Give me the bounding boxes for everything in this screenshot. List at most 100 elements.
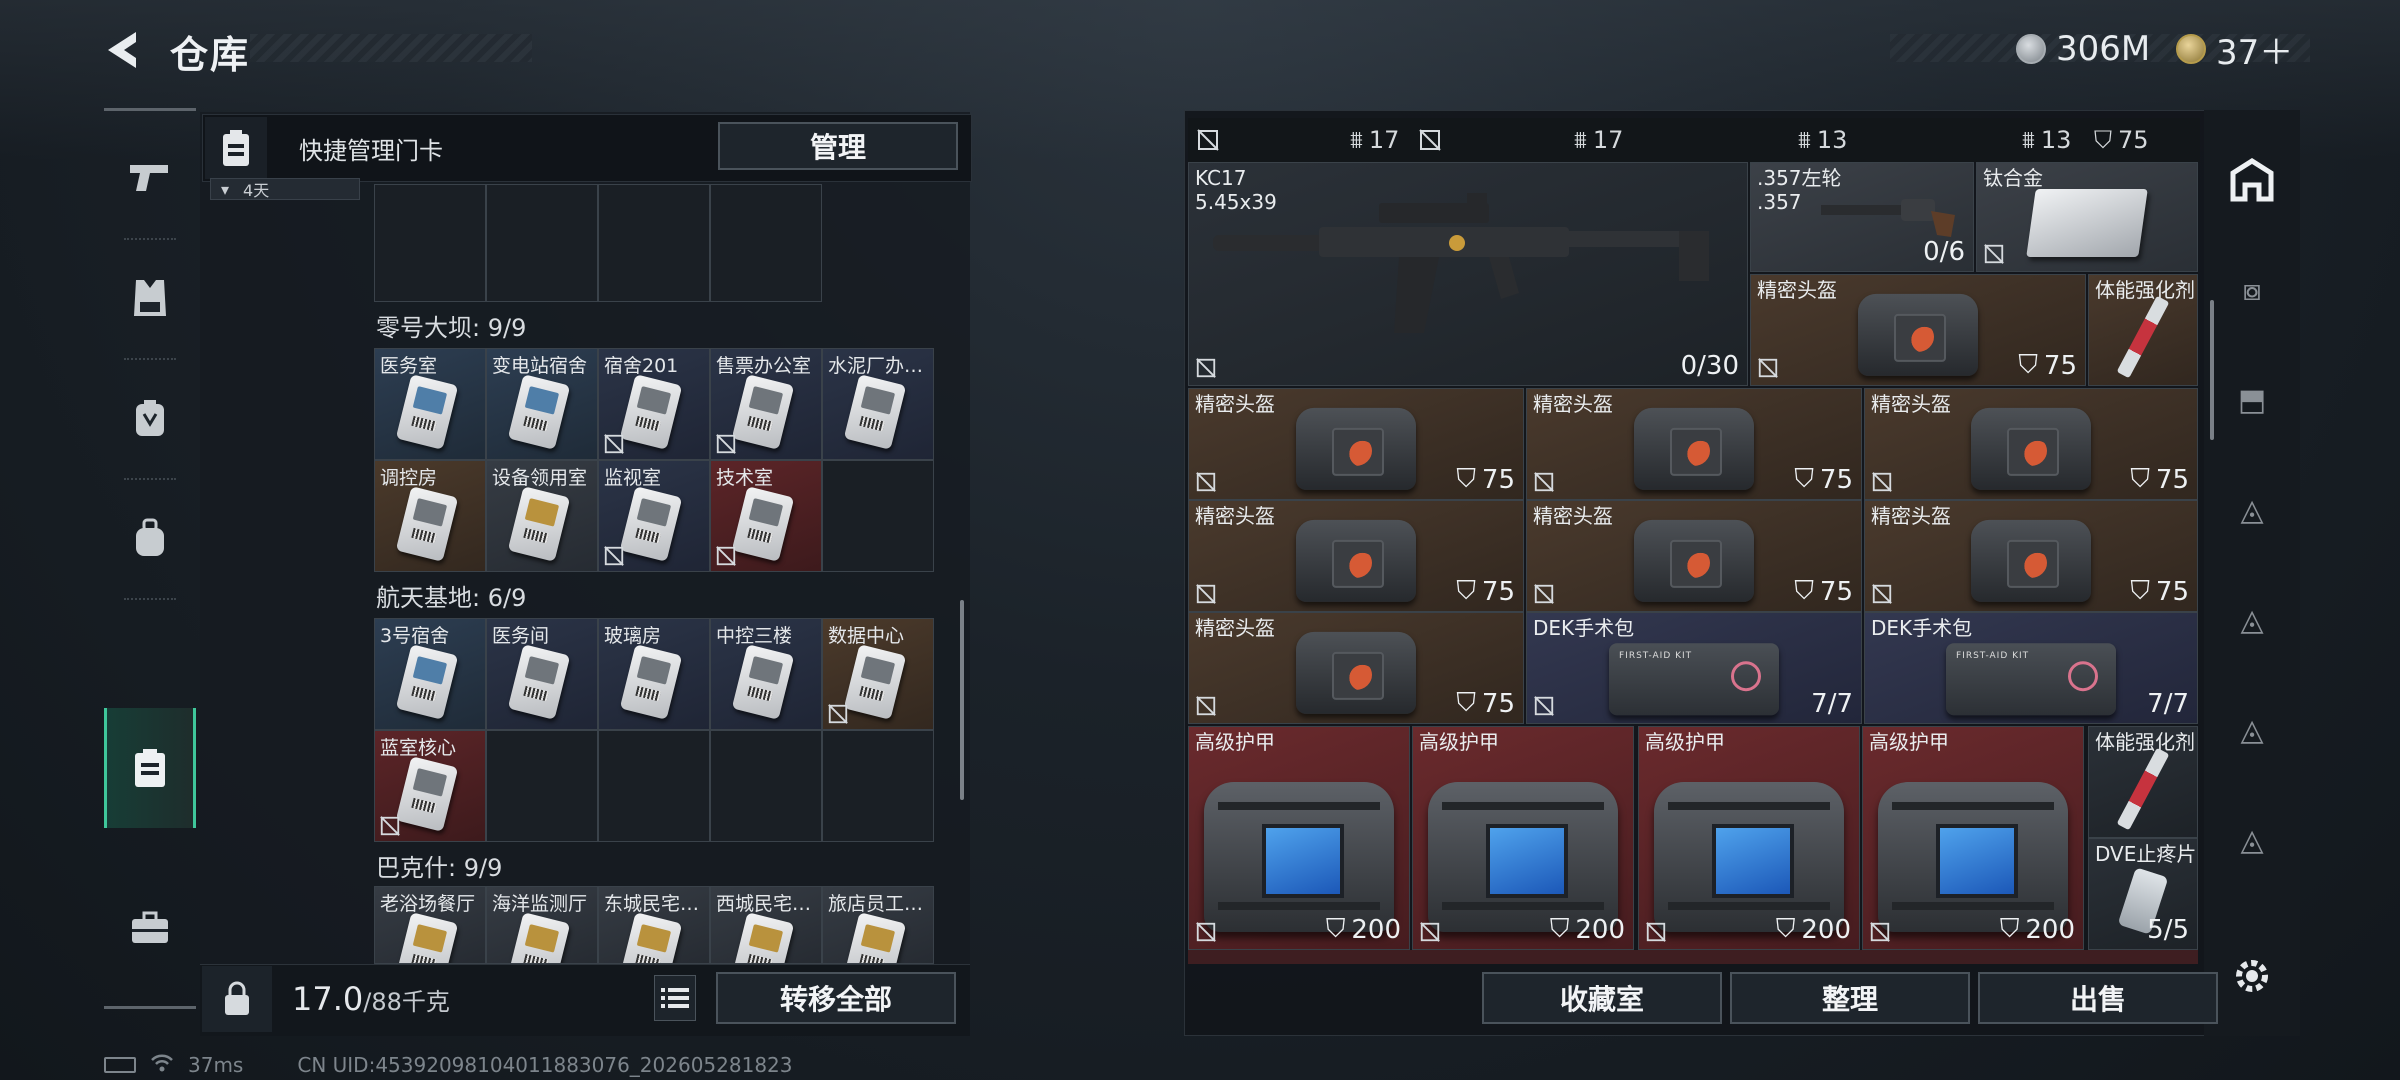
keycard-slot[interactable]: 玻璃房	[598, 618, 710, 730]
keycard-image	[507, 374, 571, 450]
weight-lock-button[interactable]	[202, 966, 272, 1032]
ping-readout: 37ms	[188, 1053, 244, 1077]
stash-tab-0[interactable]: ◬	[2214, 800, 2290, 880]
keycard-image	[395, 644, 459, 720]
keycard-slot[interactable]: 中控三楼	[710, 618, 822, 730]
keycard-slot[interactable]: 技术室	[710, 460, 822, 572]
keycard-image	[507, 486, 571, 562]
stash-tab-4[interactable]: ⬒	[2214, 360, 2290, 440]
item-helmet[interactable]: 精密头盔 ⛉ 75	[1526, 500, 1862, 612]
nav-bag[interactable]	[104, 478, 196, 600]
sort-button[interactable]: 整理	[1730, 972, 1970, 1024]
item-stimulant[interactable]: 体能强化剂	[2088, 726, 2198, 838]
nav-armor[interactable]	[104, 238, 196, 360]
quick-manage-label: 快捷管理门卡	[299, 136, 443, 165]
armor-icon	[1428, 782, 1618, 933]
item-helmet[interactable]: 精密头盔 ⛉ 75	[1750, 274, 2086, 386]
section-title-bakesh: 巴克什: 9/9	[376, 854, 503, 882]
keycard-slot[interactable]: 售票办公室	[710, 348, 822, 460]
collection-room-button[interactable]: 收藏室	[1482, 972, 1722, 1024]
item-helmet[interactable]: 精密头盔 ⛉ 75	[1864, 500, 2198, 612]
shield-icon: ⛉	[1325, 914, 1346, 944]
stash-top-strip: ⩩ 17 ⩩ 17 ⩩ 13 ⩩ 13 ⛉ 75	[1188, 118, 2200, 162]
revolver-icon	[1821, 199, 1955, 237]
silver-currency: 306M	[2016, 26, 2150, 72]
stash-tab-1[interactable]: ◬	[2214, 690, 2290, 770]
keycard-slot[interactable]: 调控房	[374, 460, 486, 572]
item-helmet[interactable]: 精密头盔 ⛉ 75	[1864, 388, 2198, 500]
item-medkit[interactable]: DEK手术包 7/7	[1526, 612, 1862, 724]
stash-tabs: ⧇ ⬒ ◬ ◬ ◬ ◬	[2204, 110, 2300, 1036]
manage-button[interactable]: 管理	[718, 122, 958, 170]
keycard-slot[interactable]: 宿舍201	[598, 348, 710, 460]
back-button[interactable]	[100, 26, 144, 74]
item-kc17[interactable]: KC17 5.45x39 0/30	[1188, 162, 1748, 386]
keycard-grid-space-base: 3号宿舍 医务间 玻璃房 中控三楼 数据中心蓝室核心	[374, 618, 934, 842]
keycard-name: 宿舍201	[604, 355, 679, 377]
list-view-button[interactable]	[654, 975, 696, 1021]
keycard-slot[interactable]: 数据中心	[822, 618, 934, 730]
keycard-slot[interactable]: 老浴场餐厅	[374, 886, 486, 964]
nav-keycards[interactable]	[104, 708, 196, 828]
durability: ⛉ 200	[1775, 914, 1851, 945]
stash-tab-5[interactable]: ⧇	[2214, 250, 2290, 330]
keycard-slot[interactable]: 3号宿舍	[374, 618, 486, 730]
item-armor[interactable]: 高级护甲 ⛉ 200	[1862, 726, 2084, 950]
item-medkit[interactable]: DEK手术包 7/7	[1864, 612, 2198, 724]
item-armor[interactable]: 高级护甲 ⛉ 200	[1638, 726, 1860, 950]
keycard-slot[interactable]: 蓝室核心	[374, 730, 486, 842]
helmet-icon	[1296, 519, 1416, 602]
keycard-scrollbar[interactable]	[960, 600, 964, 800]
item-name: 高级护甲	[1195, 730, 1275, 754]
item-stimulant[interactable]: 体能强化剂	[2088, 274, 2198, 386]
durability: ⛉ 75	[2130, 464, 2189, 495]
keycard-slot[interactable]: 旅店员工…	[822, 886, 934, 964]
item-painkiller[interactable]: DVE止疼片 5/5	[2088, 838, 2198, 950]
shield-icon: ⛉	[1794, 464, 1814, 494]
stash-tab-main[interactable]	[2214, 140, 2290, 220]
item-helmet[interactable]: 精密头盔 ⛉ 75	[1188, 388, 1524, 500]
shield-icon: ⛉	[1456, 576, 1476, 606]
nav-weapons[interactable]	[104, 118, 196, 240]
item-armor[interactable]: 高级护甲 ⛉ 200	[1188, 726, 1410, 950]
keycard-grid-prev	[374, 184, 934, 302]
durability: ⛉ 75	[1794, 464, 1853, 495]
item-titanium[interactable]: 钛合金	[1976, 162, 2198, 272]
keycard-slot[interactable]: 海洋监测厅	[486, 886, 598, 964]
item-helmet[interactable]: 精密头盔 ⛉ 75	[1526, 388, 1862, 500]
keycard-slot[interactable]: 水泥厂办…	[822, 348, 934, 460]
item-name: DEK手术包	[1871, 616, 1973, 640]
keycard-slot[interactable]: 变电站宿舍	[486, 348, 598, 460]
item-helmet[interactable]: 精密头盔 ⛉ 75	[1188, 500, 1524, 612]
keycard-slot[interactable]: 医务室	[374, 348, 486, 460]
item-revolver[interactable]: .357左轮 .357 0/6	[1750, 162, 1974, 272]
move-all-button[interactable]: 转移全部	[716, 972, 956, 1024]
no-trade-icon	[1196, 118, 1220, 162]
keycard-slot[interactable]: 东城民宅…	[598, 886, 710, 964]
keycard-slot[interactable]: 监视室	[598, 460, 710, 572]
no-trade-icon	[828, 704, 848, 724]
stash-tab-2[interactable]: ◬	[2214, 580, 2290, 660]
keycard-slot[interactable]: 医务间	[486, 618, 598, 730]
keycard-name: 水泥厂办…	[828, 355, 924, 377]
item-helmet[interactable]: 精密头盔 ⛉ 75	[1188, 612, 1524, 724]
no-trade-icon	[1534, 696, 1554, 716]
keycard-slot[interactable]: 西城民宅…	[710, 886, 822, 964]
helmet-icon	[1634, 407, 1754, 490]
nav-backpack[interactable]	[104, 358, 196, 480]
filter-chip[interactable]: ▾ 4天	[210, 178, 360, 200]
keycard-image	[619, 486, 683, 562]
item-armor[interactable]: 高级护甲 ⛉ 200	[1412, 726, 1634, 950]
item-name: 精密头盔	[1757, 278, 1837, 302]
keycard-image	[731, 644, 795, 720]
stash-tab-3[interactable]: ◬	[2214, 470, 2290, 550]
keycard-slot[interactable]: 设备领用室	[486, 460, 598, 572]
item-name: 体能强化剂	[2095, 730, 2195, 754]
gold-currency[interactable]: 37＋	[2176, 26, 2293, 73]
sell-button[interactable]: 出售	[1978, 972, 2218, 1024]
settings-button[interactable]	[2214, 936, 2290, 1016]
stash-scrollbar[interactable]	[2210, 300, 2214, 440]
ammo-count: 0/6	[1923, 237, 1965, 267]
nav-toolbox[interactable]	[104, 868, 196, 988]
tab-0-icon: ◬	[2240, 822, 2264, 858]
